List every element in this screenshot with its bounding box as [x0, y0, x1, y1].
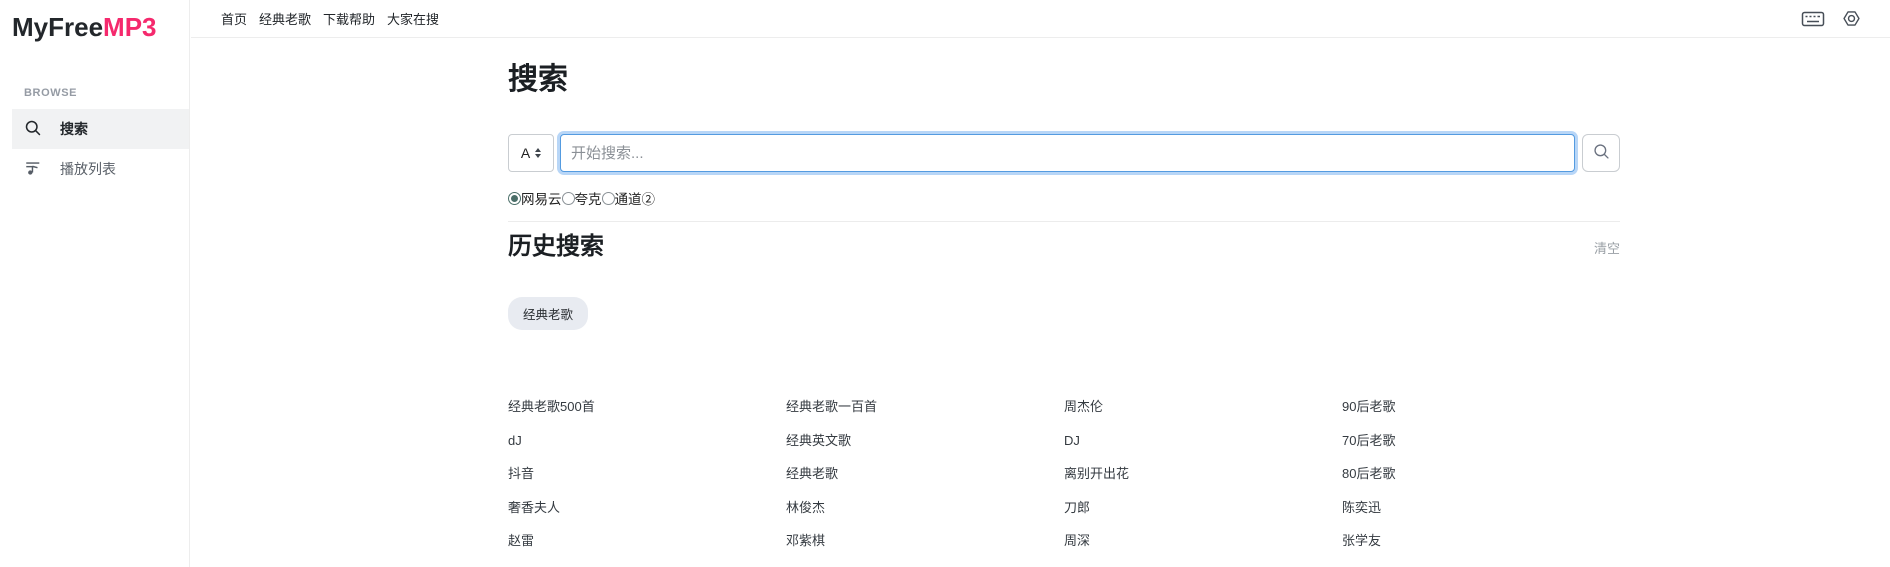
hot-search-item[interactable]: 离别开出花	[1064, 466, 1342, 482]
history-tags: 经典老歌	[508, 297, 1620, 330]
select-arrows-icon	[535, 148, 541, 158]
hot-search-item[interactable]: dJ	[508, 433, 786, 449]
brand-logo[interactable]: MyFreeMP3	[12, 12, 189, 43]
keyboard-icon[interactable]	[1801, 10, 1825, 28]
radio-source-quark[interactable]: 夸克	[562, 188, 602, 208]
hot-search-item[interactable]: 70后老歌	[1342, 433, 1620, 449]
settings-icon[interactable]	[1841, 8, 1862, 29]
search-type-select[interactable]: A	[508, 134, 554, 172]
nav-item-download-help[interactable]: 下载帮助	[323, 9, 375, 28]
top-navigation: 首页 经典老歌 下载帮助 大家在搜	[221, 9, 439, 28]
nav-item-classic-songs[interactable]: 经典老歌	[259, 9, 311, 28]
hot-search-item[interactable]: DJ	[1064, 433, 1342, 449]
sidebar: MyFreeMP3 BROWSE 搜索 播放列表	[0, 0, 190, 567]
nav-item-home[interactable]: 首页	[221, 9, 247, 28]
sidebar-item-playlist[interactable]: 播放列表	[12, 149, 189, 189]
radio-label: 网易云	[521, 188, 562, 208]
search-type-value: A	[521, 145, 530, 161]
section-divider	[508, 221, 1620, 222]
hot-search-item[interactable]: 陈奕迅	[1342, 500, 1620, 516]
radio-label: 夸克	[575, 188, 602, 208]
topbar: 首页 经典老歌 下载帮助 大家在搜	[191, 0, 1890, 38]
radio-source-channel2[interactable]: 通道②	[602, 188, 656, 208]
brand-logo-accent: MP3	[103, 12, 156, 42]
hot-search-item[interactable]: 经典英文歌	[786, 433, 1064, 449]
hot-search-item[interactable]: 抖音	[508, 466, 786, 482]
radio-icon	[508, 192, 521, 205]
search-input[interactable]	[560, 134, 1575, 172]
radio-source-netease[interactable]: 网易云	[508, 188, 562, 208]
sidebar-item-label: 播放列表	[60, 159, 116, 179]
main-content: 搜索 A 网易云 夸克 通道② 历史搜索 清空 经典老歌	[508, 38, 1620, 567]
sidebar-item-search[interactable]: 搜索	[12, 109, 189, 149]
hot-search-item[interactable]: 奢香夫人	[508, 500, 786, 516]
sidebar-item-label: 搜索	[60, 119, 88, 139]
hot-search-item[interactable]: 赵雷	[508, 533, 786, 549]
nav-item-trending[interactable]: 大家在搜	[387, 9, 439, 28]
sidebar-section-label: BROWSE	[24, 87, 189, 99]
hot-search-item[interactable]: 周深	[1064, 533, 1342, 549]
hot-search-item[interactable]: 林俊杰	[786, 500, 1064, 516]
hot-search-item[interactable]: 周杰伦	[1064, 399, 1342, 415]
history-tag[interactable]: 经典老歌	[508, 297, 588, 330]
radio-icon	[602, 192, 615, 205]
playlist-icon	[24, 159, 42, 180]
hot-search-item[interactable]: 90后老歌	[1342, 399, 1620, 415]
hot-search-item[interactable]: 张学友	[1342, 533, 1620, 549]
hot-search-item[interactable]: 经典老歌一百首	[786, 399, 1064, 415]
clear-history-button[interactable]: 清空	[1594, 238, 1620, 257]
search-source-options: 网易云 夸克 通道②	[508, 188, 1620, 208]
hot-search-item[interactable]: 80后老歌	[1342, 466, 1620, 482]
history-title: 历史搜索	[508, 232, 604, 262]
radio-label: 通道②	[615, 188, 656, 208]
search-icon	[24, 119, 42, 140]
search-icon	[1592, 142, 1611, 164]
brand-logo-dark: MyFree	[12, 12, 103, 42]
search-bar: A	[508, 134, 1620, 172]
search-button[interactable]	[1582, 134, 1620, 172]
hot-search-item[interactable]: 刀郎	[1064, 500, 1342, 516]
hot-search-item[interactable]: 经典老歌	[786, 466, 1064, 482]
hot-search-item[interactable]: 经典老歌500首	[508, 399, 786, 415]
hot-search-grid: 经典老歌500首 经典老歌一百首 周杰伦 90后老歌 dJ 经典英文歌 DJ 7…	[508, 399, 1620, 567]
page-title: 搜索	[508, 62, 1620, 98]
radio-icon	[562, 192, 575, 205]
hot-search-item[interactable]: 邓紫棋	[786, 533, 1064, 549]
